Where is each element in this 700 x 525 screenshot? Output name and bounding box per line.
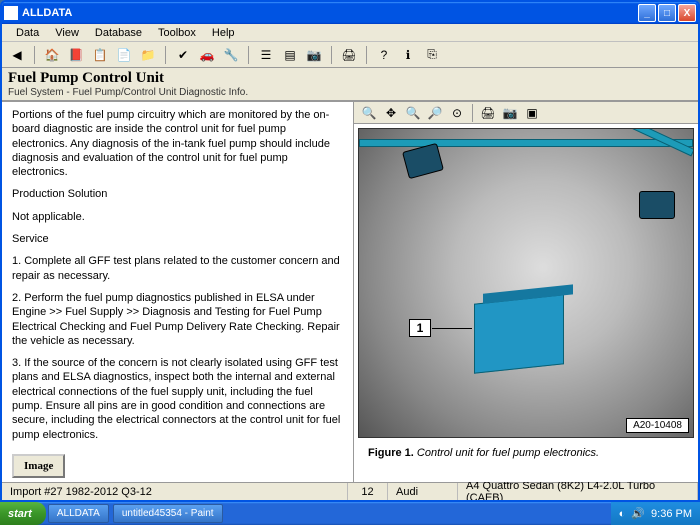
para: Not applicable. bbox=[12, 210, 343, 224]
status-num: 12 bbox=[348, 483, 388, 500]
part-number: A20-10408 bbox=[626, 418, 689, 433]
start-button[interactable]: start bbox=[0, 502, 46, 525]
caption-text: Control unit for fuel pump electronics. bbox=[414, 447, 599, 459]
magnify-icon[interactable]: 🔎 bbox=[426, 104, 444, 122]
image-pane: 🔍 ✥ 🔍 🔎 ⊙ 🖨 📷 ▣ 1 A20-10408 bbox=[354, 102, 698, 482]
camera2-icon[interactable]: 📷 bbox=[501, 104, 519, 122]
camera-icon[interactable]: 📷 bbox=[305, 46, 323, 64]
status-make: Audi bbox=[388, 483, 458, 500]
figure-caption: Figure 1. Control unit for fuel pump ele… bbox=[358, 438, 694, 467]
minimize-button[interactable]: _ bbox=[638, 4, 656, 22]
zoom-reset-icon[interactable]: ⊙ bbox=[448, 104, 466, 122]
connector-graphic bbox=[402, 143, 444, 179]
image-button[interactable]: Image bbox=[12, 454, 65, 478]
check-icon[interactable]: ✔ bbox=[174, 46, 192, 64]
zoom-out-icon[interactable]: 🔍 bbox=[404, 104, 422, 122]
menu-help[interactable]: Help bbox=[204, 25, 243, 41]
folder-icon[interactable]: 📁 bbox=[139, 46, 157, 64]
status-vehicle: Import #27 1982-2012 Q3-12 bbox=[2, 483, 348, 500]
figure-area: 1 A20-10408 Figure 1. Control unit for f… bbox=[354, 124, 698, 482]
print-image-icon[interactable]: 🖨 bbox=[479, 104, 497, 122]
page-header: Fuel Pump Control Unit Fuel System - Fue… bbox=[2, 68, 698, 101]
page-subtitle: Fuel System - Fuel Pump/Control Unit Dia… bbox=[8, 87, 692, 98]
car-icon[interactable]: 🚗 bbox=[198, 46, 216, 64]
clip-icon[interactable]: 📄 bbox=[115, 46, 133, 64]
doc-icon[interactable]: 📋 bbox=[91, 46, 109, 64]
zoom-in-icon[interactable]: 🔍 bbox=[360, 104, 378, 122]
task-paint[interactable]: untitled45354 - Paint bbox=[113, 504, 223, 523]
titlebar[interactable]: ALLDATA _ □ X bbox=[2, 2, 698, 24]
window-buttons: _ □ X bbox=[638, 4, 696, 22]
para: 3. If the source of the concern is not c… bbox=[12, 356, 343, 442]
module-graphic bbox=[474, 294, 564, 373]
text-icon[interactable]: ▤ bbox=[281, 46, 299, 64]
main-window: ALLDATA _ □ X Data View Database Toolbox… bbox=[0, 0, 700, 502]
para: Production Solution bbox=[12, 187, 343, 201]
taskbar: start ALLDATA untitled45354 - Paint ◐ 🔊 … bbox=[0, 502, 700, 525]
task-alldata[interactable]: ALLDATA bbox=[48, 504, 109, 523]
info-icon[interactable]: ℹ bbox=[399, 46, 417, 64]
para: Portions of the fuel pump circuitry whic… bbox=[12, 108, 343, 179]
menu-data[interactable]: Data bbox=[8, 25, 47, 41]
system-tray[interactable]: ◐ 🔊 9:36 PM bbox=[611, 502, 700, 525]
status-model: A4 Quattro Sedan (8K2) L4-2.0L Turbo (CA… bbox=[458, 483, 698, 500]
image-toolbar: 🔍 ✥ 🔍 🔎 ⊙ 🖨 📷 ▣ bbox=[354, 102, 698, 124]
article-pane[interactable]: Portions of the fuel pump circuitry whic… bbox=[2, 102, 354, 482]
callout-label: 1 bbox=[409, 319, 431, 337]
menubar: Data View Database Toolbox Help bbox=[2, 24, 698, 42]
engine-icon[interactable]: 🔧 bbox=[222, 46, 240, 64]
maximize-button[interactable]: □ bbox=[658, 4, 676, 22]
help-icon[interactable]: ? bbox=[375, 46, 393, 64]
list-icon[interactable]: ☰ bbox=[257, 46, 275, 64]
back-icon[interactable]: ◀ bbox=[8, 46, 26, 64]
page-title: Fuel Pump Control Unit bbox=[8, 70, 692, 87]
window-title: ALLDATA bbox=[22, 7, 638, 19]
para: Service bbox=[12, 232, 343, 246]
statusbar: Import #27 1982-2012 Q3-12 12 Audi A4 Qu… bbox=[2, 482, 698, 500]
content-area: Portions of the fuel pump circuitry whic… bbox=[2, 101, 698, 482]
main-toolbar: ◀ 🏠 📕 📋 📄 📁 ✔ 🚗 🔧 ☰ ▤ 📷 🖨 ? ℹ ⎘ bbox=[2, 42, 698, 68]
menu-database[interactable]: Database bbox=[87, 25, 150, 41]
home-icon[interactable]: 🏠 bbox=[43, 46, 61, 64]
print-icon[interactable]: 🖨 bbox=[340, 46, 358, 64]
book-icon[interactable]: 📕 bbox=[67, 46, 85, 64]
menu-toolbox[interactable]: Toolbox bbox=[150, 25, 204, 41]
tray-icon[interactable]: 🔊 bbox=[631, 507, 645, 520]
close-button[interactable]: X bbox=[678, 4, 696, 22]
clock: 9:36 PM bbox=[651, 508, 692, 520]
menu-view[interactable]: View bbox=[47, 25, 87, 41]
export-icon[interactable]: ⎘ bbox=[423, 46, 441, 64]
snapshot-icon[interactable]: ▣ bbox=[523, 104, 541, 122]
app-icon bbox=[4, 6, 18, 20]
cable-graphic bbox=[359, 139, 693, 147]
connector-graphic bbox=[639, 191, 675, 219]
para: 2. Perform the fuel pump diagnostics pub… bbox=[12, 291, 343, 348]
pan-icon[interactable]: ✥ bbox=[382, 104, 400, 122]
para: 1. Complete all GFF test plans related t… bbox=[12, 254, 343, 283]
caption-bold: Figure 1. bbox=[368, 447, 414, 459]
diagram-image[interactable]: 1 A20-10408 bbox=[358, 128, 694, 438]
tray-icon[interactable]: ◐ bbox=[619, 508, 626, 520]
